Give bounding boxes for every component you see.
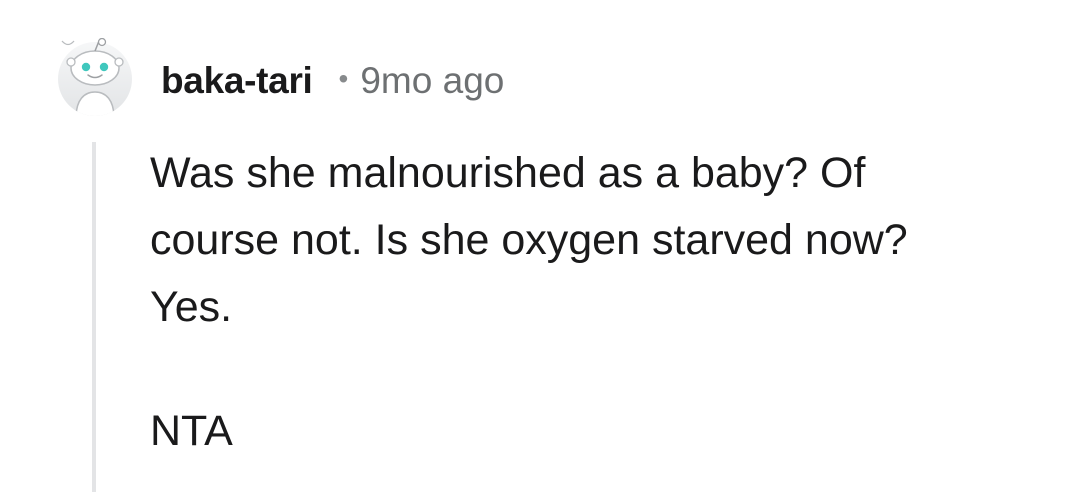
- snoo-avatar-icon[interactable]: [56, 37, 134, 118]
- comment-paragraph: NTA: [150, 407, 233, 455]
- username-link[interactable]: baka-tari: [161, 60, 313, 102]
- comment: baka-tari • 9mo ago Was she malnourished…: [0, 0, 1079, 492]
- comment-line: Was she malnourished as a baby? Of: [150, 149, 866, 197]
- timestamp: 9mo ago: [360, 60, 505, 101]
- meta-separator: •: [338, 63, 349, 94]
- comment-line: course not. Is she oxygen starved now?: [150, 216, 908, 264]
- thread-line[interactable]: [92, 142, 96, 492]
- comment-meta: baka-tari • 9mo ago: [161, 56, 504, 106]
- comment-line: Yes.: [150, 283, 233, 331]
- comment-body: Was she malnourished as a baby? Of cours…: [150, 140, 1050, 465]
